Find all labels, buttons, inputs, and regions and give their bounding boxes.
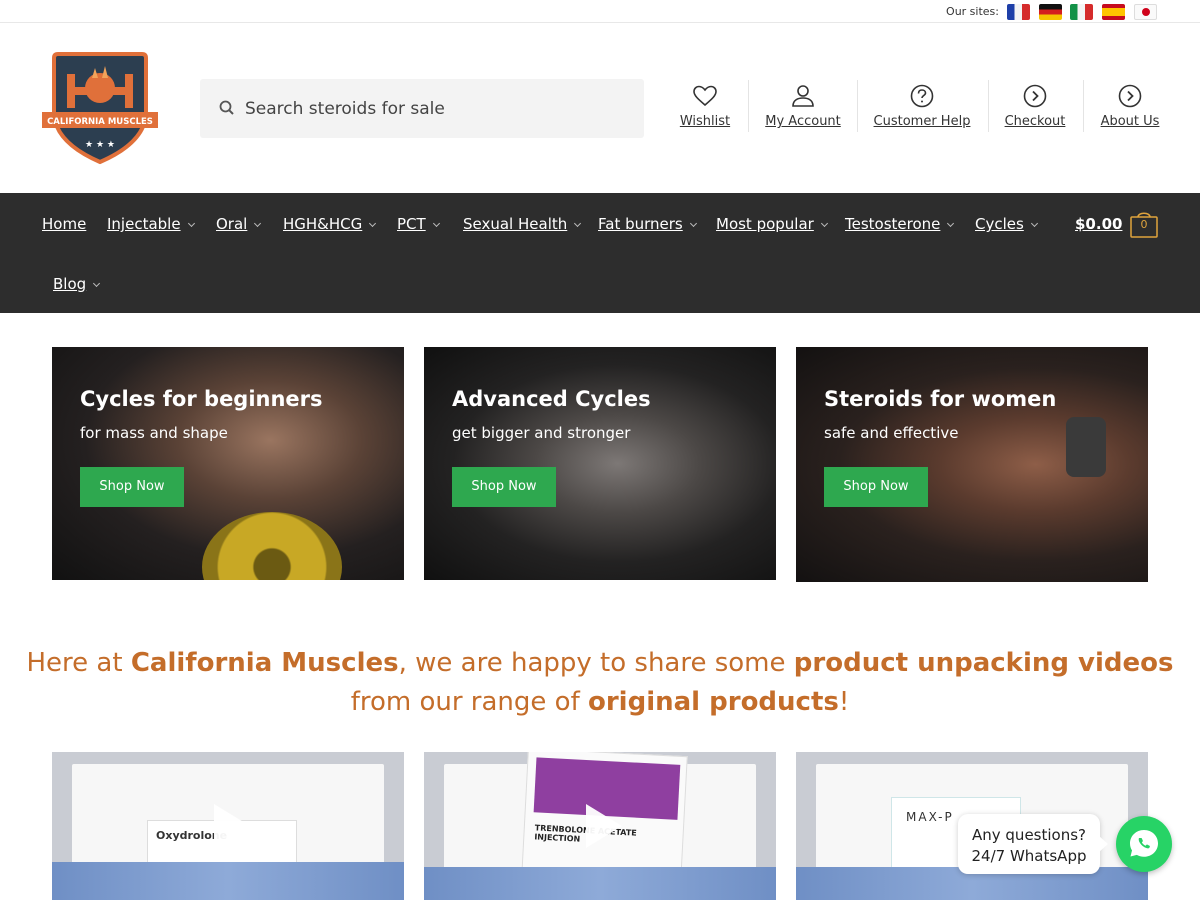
play-icon[interactable] [586, 804, 622, 848]
heart-icon [693, 85, 717, 107]
wishlist-link[interactable]: Wishlist [676, 80, 734, 135]
whatsapp-line-1: Any questions? [972, 826, 1086, 844]
video-thumbnail[interactable]: Oxydrolone [52, 752, 404, 900]
headline-line-2: from our range of original products! [350, 687, 850, 717]
site-logo[interactable]: CALIFORNIA MUSCLES ★ ★ ★ [40, 50, 160, 165]
nav-item-blog[interactable]: Blog [53, 275, 101, 293]
promo-title: Steroids for women [824, 387, 1057, 411]
promo-title: Advanced Cycles [452, 387, 651, 411]
whatsapp-chat-bubble[interactable]: Any questions? 24/7 WhatsApp [958, 814, 1108, 874]
unpacking-videos-headline: Here at California Muscles, we are happy… [0, 644, 1200, 722]
nav-item-fat-burners[interactable]: Fat burners [598, 215, 697, 233]
promo-subtitle: for mass and shape [80, 424, 228, 442]
search-bar [200, 79, 644, 138]
headline-line-1: Here at California Muscles, we are happy… [26, 648, 1174, 678]
svg-text:★ ★ ★: ★ ★ ★ [85, 140, 115, 150]
italy-flag-icon[interactable] [1070, 4, 1093, 20]
promo-subtitle: get bigger and stronger [452, 424, 631, 442]
cart-count-badge: 0 [1140, 218, 1148, 231]
customer-help-link[interactable]: Customer Help [872, 80, 972, 135]
search-input[interactable] [245, 79, 635, 138]
main-navigation: Home Injectable Oral HGH&HCG PCT Sexual … [0, 193, 1200, 313]
promo-card-advanced[interactable]: Advanced Cycles get bigger and stronger … [424, 347, 776, 580]
promo-title: Cycles for beginners [80, 387, 323, 411]
shop-now-button[interactable]: Shop Now [80, 467, 184, 507]
whatsapp-icon [1130, 830, 1158, 857]
arrow-right-circle-icon [1023, 84, 1047, 108]
video-thumbnail[interactable]: TRENBOLONE ACETATE INJECTION [424, 752, 776, 900]
chevron-down-icon [187, 219, 195, 228]
about-us-label: About Us [1100, 114, 1160, 129]
nav-item-most-popular[interactable]: Most popular [716, 215, 828, 233]
chevron-down-icon [1030, 219, 1038, 228]
nav-item-cycles[interactable]: Cycles [975, 215, 1038, 233]
brand-name: California Muscles [130, 648, 399, 678]
bodybuilder-image [424, 347, 776, 580]
chevron-down-icon [820, 219, 828, 228]
nav-item-oral[interactable]: Oral [216, 215, 262, 233]
about-us-link[interactable]: About Us [1098, 80, 1162, 135]
divider [988, 80, 989, 132]
divider [857, 80, 858, 132]
chevron-down-icon [432, 219, 440, 228]
california-muscles-logo: CALIFORNIA MUSCLES ★ ★ ★ [42, 52, 158, 165]
highlight-unpacking-videos: product unpacking videos [793, 648, 1174, 678]
nav-item-home[interactable]: Home [42, 215, 86, 233]
user-icon [792, 85, 814, 107]
chevron-right-circle-icon [1118, 84, 1142, 108]
germany-flag-icon[interactable] [1039, 4, 1062, 20]
promo-subtitle: safe and effective [824, 424, 959, 442]
divider [1083, 80, 1084, 132]
our-sites-label: Our sites: [946, 5, 999, 18]
checkout-link[interactable]: Checkout [1003, 80, 1067, 135]
nav-item-pct[interactable]: PCT [397, 215, 440, 233]
product-name: MAX-P [906, 810, 954, 824]
chevron-down-icon [947, 219, 955, 228]
nav-item-injectable[interactable]: Injectable [107, 215, 195, 233]
gloved-hands-image [52, 862, 404, 900]
nav-item-hgh-hcg[interactable]: HGH&HCG [283, 215, 377, 233]
japan-flag-icon[interactable] [1134, 4, 1157, 20]
divider [748, 80, 749, 132]
nav-item-testosterone[interactable]: Testosterone [845, 215, 955, 233]
gloved-hands-image [424, 867, 776, 900]
wishlist-label: Wishlist [679, 114, 731, 129]
spain-flag-icon[interactable] [1102, 4, 1125, 20]
chevron-down-icon [574, 219, 582, 228]
dumbbell-image [1066, 417, 1106, 477]
chevron-down-icon [254, 219, 262, 228]
whatsapp-button[interactable] [1116, 816, 1172, 872]
promo-card-women[interactable]: Steroids for women safe and effective Sh… [796, 347, 1148, 582]
chevron-down-icon [689, 219, 697, 228]
cart-total[interactable]: $0.00 [1075, 215, 1122, 233]
question-icon [910, 84, 934, 108]
play-icon[interactable] [214, 804, 250, 848]
nav-item-sexual-health[interactable]: Sexual Health [463, 215, 582, 233]
chevron-down-icon [369, 219, 377, 228]
promo-card-beginners[interactable]: Cycles for beginners for mass and shape … [52, 347, 404, 580]
shop-now-button[interactable]: Shop Now [452, 467, 556, 507]
france-flag-icon[interactable] [1007, 4, 1030, 20]
my-account-link[interactable]: My Account [764, 80, 842, 135]
shop-now-button[interactable]: Shop Now [824, 467, 928, 507]
top-bar: Our sites: [0, 0, 1200, 23]
search-icon[interactable] [218, 99, 236, 117]
customer-help-label: Customer Help [873, 114, 971, 129]
logo-text: CALIFORNIA MUSCLES [47, 117, 153, 127]
chevron-down-icon [93, 279, 101, 288]
my-account-label: My Account [765, 114, 841, 129]
checkout-label: Checkout [1004, 114, 1066, 129]
whatsapp-line-2: 24/7 WhatsApp [971, 847, 1087, 865]
highlight-original-products: original products [588, 687, 839, 717]
